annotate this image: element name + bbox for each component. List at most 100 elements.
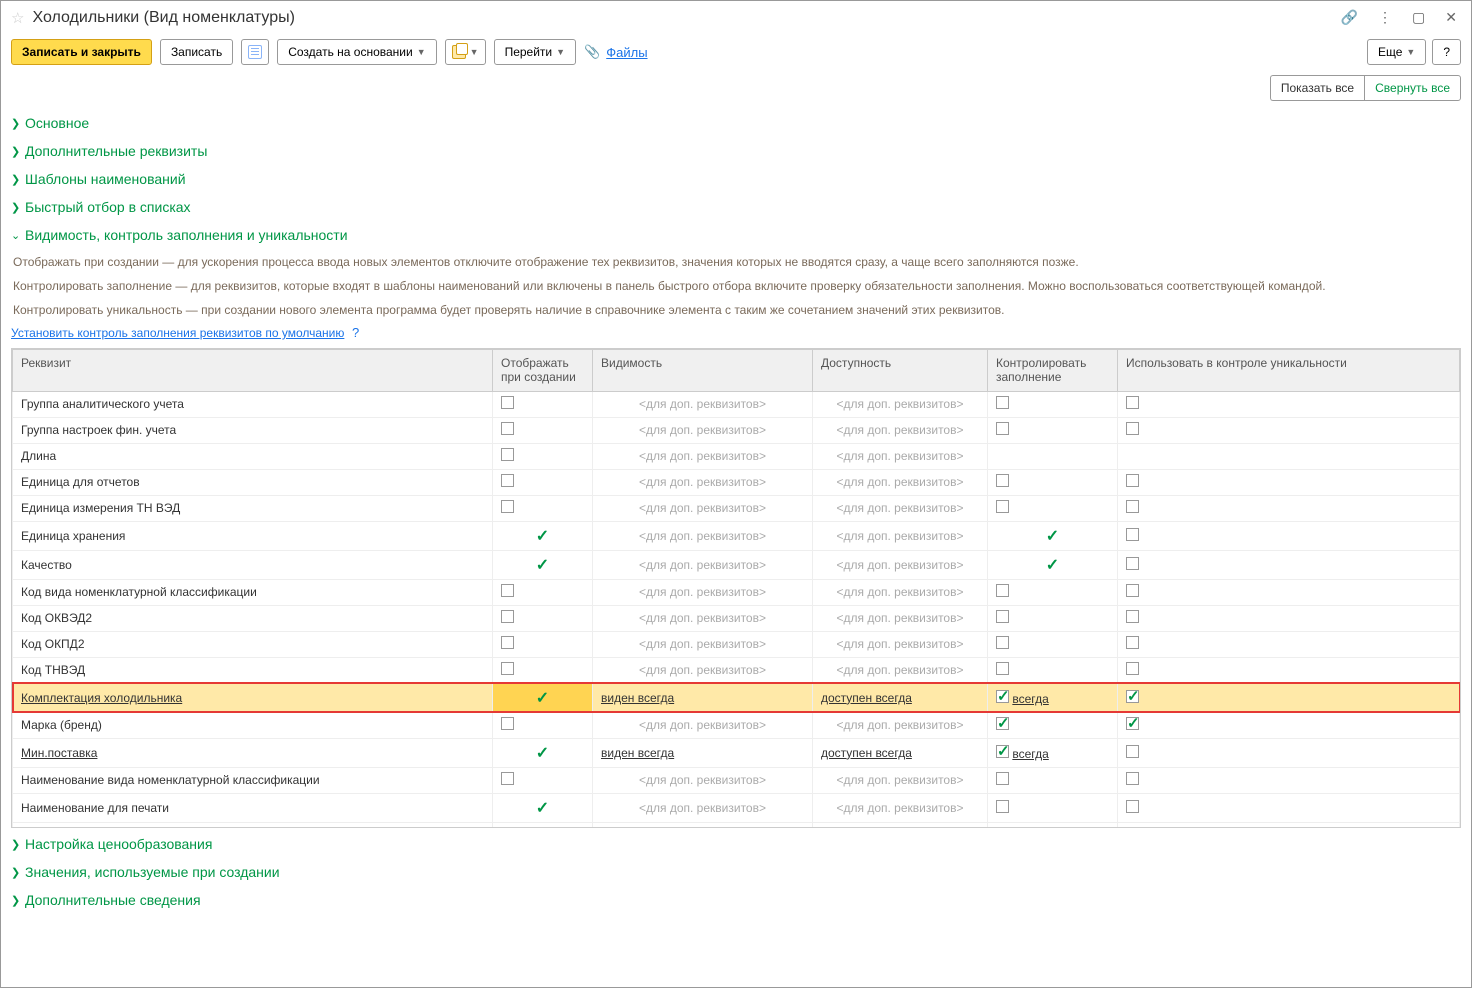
requisite-link[interactable]: Мин.поставка bbox=[21, 746, 97, 760]
cell-availability[interactable]: <для доп. реквизитов> bbox=[813, 793, 988, 822]
checkbox[interactable] bbox=[501, 500, 514, 513]
table-row[interactable]: Единица хранения✓<для доп. реквизитов><д… bbox=[13, 521, 1460, 550]
cell-show[interactable] bbox=[493, 767, 593, 793]
close-icon[interactable]: ✕ bbox=[1441, 7, 1461, 28]
cell-uniqueness[interactable] bbox=[1118, 391, 1460, 417]
help-button[interactable]: ? bbox=[1432, 39, 1461, 65]
checkbox[interactable] bbox=[501, 448, 514, 461]
section-additional[interactable]: ❯Дополнительные реквизиты bbox=[11, 139, 1461, 163]
cell-show[interactable] bbox=[493, 469, 593, 495]
checkbox[interactable] bbox=[1126, 584, 1139, 597]
checkbox[interactable] bbox=[996, 474, 1009, 487]
section-creation-values[interactable]: ❯Значения, используемые при создании bbox=[11, 860, 1461, 884]
table-row[interactable]: Наименование для печати✓<для доп. реквиз… bbox=[13, 793, 1460, 822]
cell-uniqueness[interactable] bbox=[1118, 495, 1460, 521]
checkbox[interactable] bbox=[501, 636, 514, 649]
cell-show[interactable] bbox=[493, 822, 593, 827]
checkbox[interactable] bbox=[1126, 745, 1139, 758]
cell-uniqueness[interactable] bbox=[1118, 767, 1460, 793]
cell-requisite[interactable]: Комплектация холодильника bbox=[13, 683, 493, 712]
cell-visibility[interactable]: <для доп. реквизитов> bbox=[593, 495, 813, 521]
cell-visibility[interactable]: <для доп. реквизитов> bbox=[593, 521, 813, 550]
cell-uniqueness[interactable] bbox=[1118, 443, 1460, 469]
cell-requisite[interactable]: Мин.поставка bbox=[13, 738, 493, 767]
cell-control[interactable] bbox=[988, 657, 1118, 683]
checkbox[interactable] bbox=[1126, 396, 1139, 409]
col-availability[interactable]: Доступность bbox=[813, 350, 988, 392]
checkbox[interactable] bbox=[1126, 610, 1139, 623]
section-pricing[interactable]: ❯Настройка ценообразования bbox=[11, 832, 1461, 856]
cell-requisite[interactable]: Код ОКПД2 bbox=[13, 631, 493, 657]
cell-show[interactable] bbox=[493, 391, 593, 417]
cell-control[interactable] bbox=[988, 605, 1118, 631]
cell-control[interactable] bbox=[988, 495, 1118, 521]
cell-control[interactable] bbox=[988, 822, 1118, 827]
checkbox[interactable] bbox=[1126, 500, 1139, 513]
cell-requisite[interactable]: Качество bbox=[13, 550, 493, 579]
checkbox[interactable] bbox=[1126, 772, 1139, 785]
table-row[interactable]: Единица для отчетов<для доп. реквизитов>… bbox=[13, 469, 1460, 495]
cell-uniqueness[interactable] bbox=[1118, 683, 1460, 712]
show-all-button[interactable]: Показать все bbox=[1270, 75, 1364, 101]
cell-show[interactable] bbox=[493, 631, 593, 657]
cell-availability[interactable]: <для доп. реквизитов> bbox=[813, 417, 988, 443]
cell-availability[interactable]: <для доп. реквизитов> bbox=[813, 579, 988, 605]
cell-visibility[interactable]: виден всегда bbox=[593, 738, 813, 767]
control-text-link[interactable]: всегда bbox=[1012, 692, 1048, 706]
table-row[interactable]: Длина<для доп. реквизитов><для доп. рекв… bbox=[13, 443, 1460, 469]
cell-availability[interactable]: <для доп. реквизитов> bbox=[813, 521, 988, 550]
cell-requisite[interactable]: Группа настроек фин. учета bbox=[13, 417, 493, 443]
visibility-link[interactable]: виден всегда bbox=[601, 746, 674, 760]
checkbox[interactable] bbox=[1126, 717, 1139, 730]
cell-visibility[interactable]: <для доп. реквизитов> bbox=[593, 712, 813, 738]
cell-control[interactable] bbox=[988, 417, 1118, 443]
section-visibility[interactable]: ⌄Видимость, контроль заполнения и уникал… bbox=[11, 223, 1461, 247]
cell-availability[interactable]: <для доп. реквизитов> bbox=[813, 550, 988, 579]
table-row[interactable]: Код ТНВЭД<для доп. реквизитов><для доп. … bbox=[13, 657, 1460, 683]
cell-availability[interactable]: <для доп. реквизитов> bbox=[813, 657, 988, 683]
cell-requisite[interactable]: Код ОКВЭД2 bbox=[13, 605, 493, 631]
cell-visibility[interactable]: <для доп. реквизитов> bbox=[593, 469, 813, 495]
requisite-link[interactable]: Комплектация холодильника bbox=[21, 691, 182, 705]
table-row[interactable]: Группа настроек фин. учета <для доп. рекв… bbox=[13, 417, 1460, 443]
col-show[interactable]: Отображать при создании bbox=[493, 350, 593, 392]
cell-visibility[interactable]: <для доп. реквизитов> bbox=[593, 391, 813, 417]
cell-availability[interactable]: <для доп. реквизитов> bbox=[813, 767, 988, 793]
control-text-link[interactable]: всегда bbox=[1012, 747, 1048, 761]
cell-show[interactable] bbox=[493, 657, 593, 683]
report-button[interactable] bbox=[241, 39, 269, 65]
checkbox[interactable] bbox=[501, 584, 514, 597]
cell-uniqueness[interactable] bbox=[1118, 550, 1460, 579]
files-link[interactable]: Файлы bbox=[606, 45, 647, 60]
cell-requisite[interactable]: Единица измерения ТН ВЭД bbox=[13, 495, 493, 521]
cell-show[interactable] bbox=[493, 495, 593, 521]
checkbox[interactable] bbox=[996, 717, 1009, 730]
goto-button[interactable]: Перейти▼ bbox=[494, 39, 576, 65]
checkbox[interactable] bbox=[1126, 800, 1139, 813]
section-additional-info[interactable]: ❯Дополнительные сведения bbox=[11, 888, 1461, 912]
checkbox[interactable] bbox=[501, 474, 514, 487]
checkbox[interactable] bbox=[501, 772, 514, 785]
cell-show[interactable]: ✓ bbox=[493, 521, 593, 550]
menu-icon[interactable]: ⋮ bbox=[1374, 7, 1396, 28]
copy-button[interactable]: ▼ bbox=[445, 39, 486, 65]
checkbox[interactable] bbox=[996, 662, 1009, 675]
cell-uniqueness[interactable] bbox=[1118, 417, 1460, 443]
cell-visibility[interactable]: <для доп. реквизитов> bbox=[593, 417, 813, 443]
section-quickfilter[interactable]: ❯Быстрый отбор в списках bbox=[11, 195, 1461, 219]
save-button[interactable]: Записать bbox=[160, 39, 233, 65]
checkbox[interactable] bbox=[1126, 636, 1139, 649]
cell-requisite[interactable]: Длина bbox=[13, 443, 493, 469]
col-requisite[interactable]: Реквизит bbox=[13, 350, 493, 392]
checkbox[interactable] bbox=[1126, 528, 1139, 541]
link-icon[interactable]: 🔗 bbox=[1337, 7, 1362, 28]
cell-availability[interactable]: <для доп. реквизитов> bbox=[813, 391, 988, 417]
checkbox[interactable] bbox=[996, 772, 1009, 785]
cell-visibility[interactable]: <для доп. реквизитов> bbox=[593, 550, 813, 579]
checkbox[interactable] bbox=[1126, 422, 1139, 435]
more-button[interactable]: Еще▼ bbox=[1367, 39, 1426, 65]
cell-requisite[interactable]: Единица хранения bbox=[13, 521, 493, 550]
cell-visibility[interactable]: <для доп. реквизитов> bbox=[593, 767, 813, 793]
default-control-link[interactable]: Установить контроль заполнения реквизито… bbox=[11, 326, 344, 340]
checkbox[interactable] bbox=[1126, 662, 1139, 675]
